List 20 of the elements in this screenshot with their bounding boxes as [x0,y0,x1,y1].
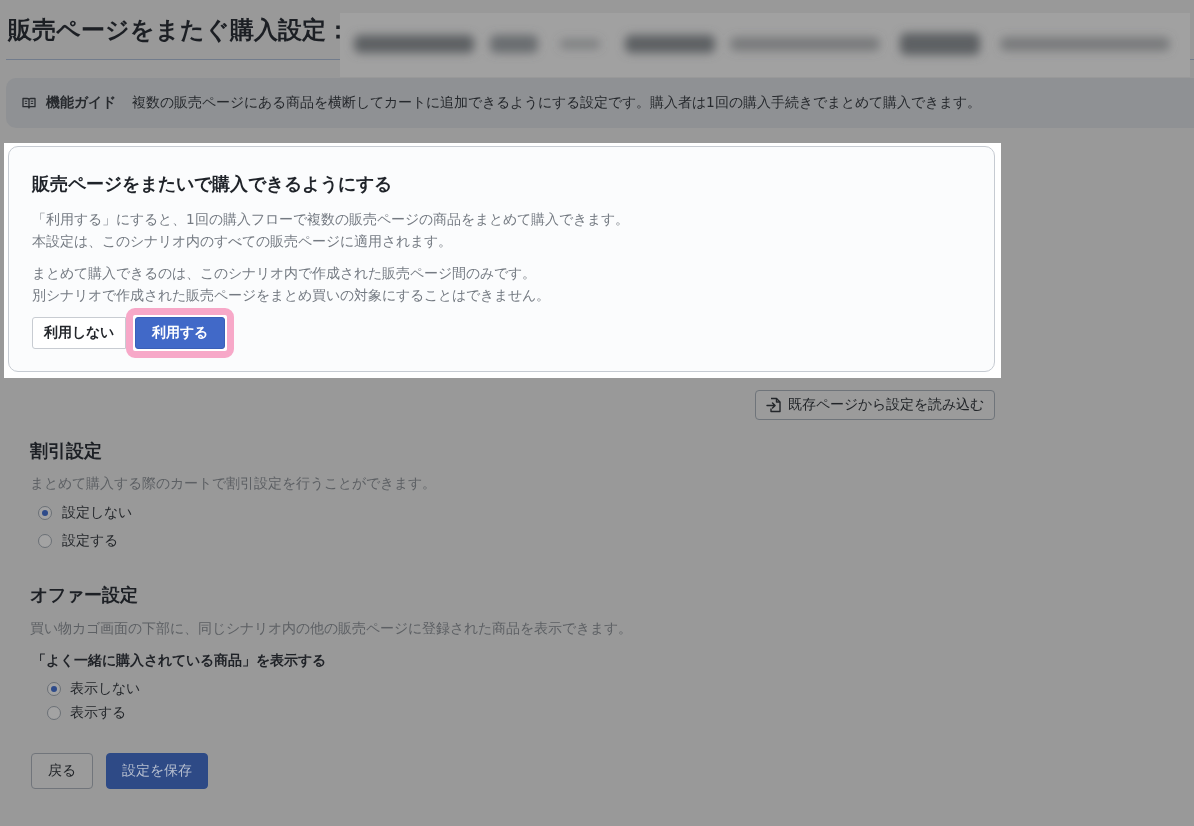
page-title: 販売ページをまたぐ購入設定： [8,15,351,46]
card-description: まとめて購入できるのは、このシナリオ内で作成された販売ページ間のみです。 別シナリオで作成された販売ページをまとめ買いの対象にすることはできません。 [32,264,551,305]
section-title: 割引設定 [30,439,103,463]
card-title: 販売ページをまたいで購入できるようにする [32,173,393,195]
card-description: 「利用する」にすると、1回の購入フローで複数の販売ページの商品をまとめて購入できます。 本設定は、このシナリオ内のすべての販売ページに適用されます。 [32,210,630,251]
save-button[interactable]: 設定を保存 [106,753,208,789]
guide-text: 複数の販売ページにある商品を横断してカートに追加できるようにする設定です。購入者は1回の購入手続きでまとめて購入できます。 [132,94,981,112]
back-button[interactable]: 戻る [31,753,93,789]
choice-button[interactable]: 利用する [135,317,225,349]
file-import-icon [766,397,782,413]
radio-option[interactable]: 表示する [47,701,126,725]
book-icon [22,97,36,109]
section-title: オファー設定 [30,583,139,607]
radio-option[interactable]: 設定する [38,527,118,555]
guide-label: 機能ガイド [46,94,116,112]
radio-option[interactable]: 設定しない [38,499,132,527]
option-question: 「よく一緒に購入されている商品」を表示する [32,651,327,670]
choice-button[interactable]: 利用しない [32,317,126,349]
radio-option[interactable]: 表示しない [47,677,140,701]
import-settings-button[interactable]: 既存ページから設定を読み込む [755,390,995,420]
